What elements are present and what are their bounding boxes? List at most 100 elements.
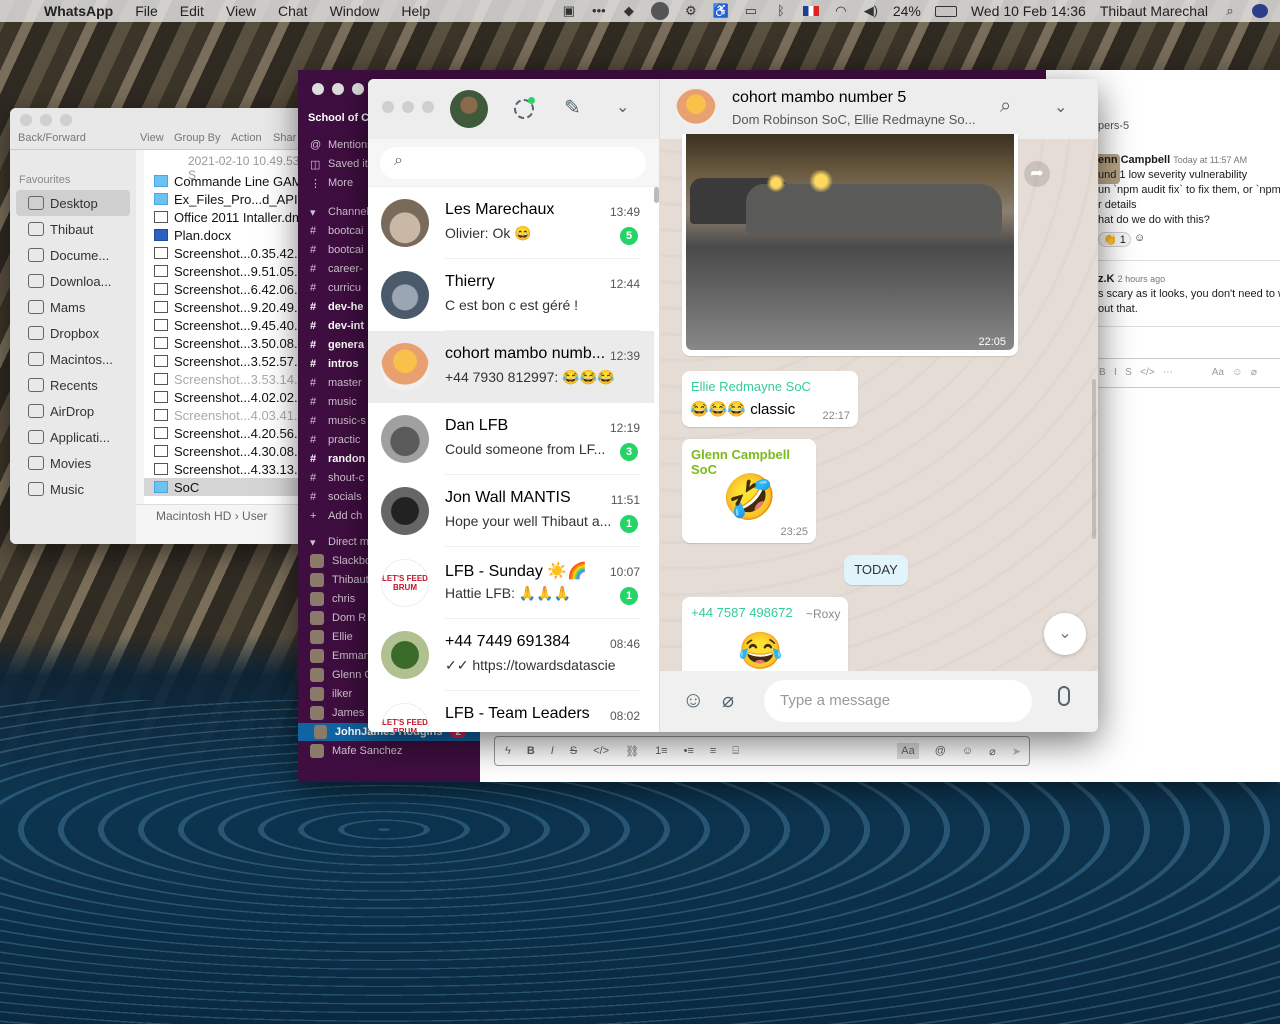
- new-chat-icon[interactable]: ✎: [564, 95, 581, 120]
- file-row[interactable]: Screenshot...4.30.08.pn: [144, 442, 310, 460]
- conversation-title[interactable]: cohort mambo number 5: [732, 89, 906, 107]
- chat-list-item[interactable]: LET'S FEED BRUM LFB - Team Leaders 08:02: [368, 691, 654, 732]
- send-icon[interactable]: ➤: [1012, 745, 1021, 758]
- zoom-button[interactable]: [352, 83, 364, 95]
- finder-sidebar-item[interactable]: AirDrop: [10, 398, 136, 424]
- bold-icon[interactable]: B: [527, 745, 535, 757]
- file-row[interactable]: Screenshot...9.51.05.pn: [144, 262, 310, 280]
- link-icon[interactable]: ⛓: [625, 745, 639, 758]
- action-label[interactable]: Action: [231, 132, 262, 144]
- chat-list-item[interactable]: Jon Wall MANTIS 11:51 Hope your well Thiba…: [368, 475, 654, 547]
- emoji-icon[interactable]: ☺: [962, 745, 973, 757]
- slack-sidebar-item[interactable]: # music-s: [310, 412, 366, 430]
- menu-chevron-icon[interactable]: ⌄: [616, 97, 629, 117]
- file-row[interactable]: Screenshot...9.20.49.pn: [144, 298, 310, 316]
- forward-icon[interactable]: ➦: [1024, 161, 1050, 187]
- menu-app-name[interactable]: WhatsApp: [44, 3, 113, 19]
- finder-sidebar-item[interactable]: Thibaut: [10, 216, 136, 242]
- slack-sidebar-item[interactable]: ▾ Channels: [310, 203, 374, 221]
- strike-icon[interactable]: S: [570, 745, 577, 757]
- code-icon[interactable]: </>: [593, 745, 609, 757]
- finder-sidebar-item[interactable]: Music: [10, 476, 136, 502]
- finder-sidebar-item[interactable]: Movies: [10, 450, 136, 476]
- finder-sidebar-item[interactable]: Desktop: [16, 190, 130, 216]
- thread-composer[interactable]: B I S </> ⋯ Aa ☺ ⌀: [1094, 358, 1280, 388]
- mention-icon[interactable]: @: [935, 745, 946, 757]
- chat-list-item[interactable]: LET'S FEED BRUM LFB - Sunday ☀️🌈 10:07 Hatt…: [368, 547, 654, 619]
- slack-sidebar-item[interactable]: # career-: [310, 260, 363, 278]
- finder-sidebar-item[interactable]: Docume...: [10, 242, 136, 268]
- slack-sidebar-item[interactable]: # music: [310, 393, 357, 411]
- menu-window[interactable]: Window: [330, 3, 380, 19]
- chat-list-item[interactable]: cohort mambo numb... 12:39 +44 7930 812997…: [368, 331, 654, 403]
- chat-list-item[interactable]: +44 7449 691384 08:46 ✓✓ https://towardsda…: [368, 619, 654, 691]
- file-row[interactable]: Commande Line GAME: [144, 172, 310, 190]
- codeblock-icon[interactable]: ⌸: [732, 745, 739, 758]
- menu-chat[interactable]: Chat: [278, 3, 308, 19]
- message-author[interactable]: enn Campbell: [1098, 154, 1170, 166]
- attach-icon[interactable]: ⌀: [722, 688, 734, 713]
- file-row[interactable]: Screenshot...4.02.02.pn: [144, 388, 310, 406]
- slack-sidebar-item[interactable]: Emman: [310, 647, 370, 665]
- file-row[interactable]: Screenshot...6.42.06.pn: [144, 280, 310, 298]
- file-row[interactable]: Office 2011 Intaller.dmg: [144, 208, 310, 226]
- apple-menu-icon[interactable]: [14, 4, 30, 18]
- chat-list-item[interactable]: Les Marechaux 13:49 Olivier: Ok 😄 5: [368, 187, 654, 259]
- file-row[interactable]: Screenshot...4.33.13.pn: [144, 460, 310, 478]
- close-button[interactable]: [382, 101, 394, 113]
- bullet-list-icon[interactable]: •≡: [684, 745, 694, 757]
- group-by-label[interactable]: Group By: [174, 132, 220, 144]
- message-sender[interactable]: +44 7587 498672: [691, 605, 793, 620]
- slack-sidebar-item[interactable]: James: [310, 704, 364, 722]
- camera-icon[interactable]: ▣: [561, 4, 577, 18]
- file-row[interactable]: Screenshot...9.45.40.pn: [144, 316, 310, 334]
- slack-sidebar-item[interactable]: chris: [310, 590, 355, 608]
- slack-sidebar-item[interactable]: @ Mentions: [310, 136, 373, 154]
- finder-sidebar-item[interactable]: Recents: [10, 372, 136, 398]
- scroll-down-button[interactable]: ⌄: [1044, 613, 1086, 655]
- slack-sidebar-item[interactable]: Glenn C: [310, 666, 372, 684]
- volume-icon[interactable]: ◀): [863, 4, 879, 18]
- slack-sidebar-item[interactable]: ilker: [310, 685, 352, 703]
- finder-sidebar-item[interactable]: Macintos...: [10, 346, 136, 372]
- workspace-name[interactable]: School of Co: [308, 112, 376, 124]
- spotlight-search-icon[interactable]: ⌕: [1222, 4, 1238, 18]
- finder-sidebar-item[interactable]: Mams: [10, 294, 136, 320]
- close-button[interactable]: [20, 114, 32, 126]
- view-label[interactable]: View: [140, 132, 164, 144]
- slack-sidebar-item[interactable]: # randon: [310, 450, 365, 468]
- slack-sidebar-item[interactable]: Mafe Sanchez: [310, 742, 402, 760]
- message-bubble[interactable]: Ellie Redmayne SoC 😂😂😂 classic 22:17: [682, 371, 858, 427]
- conversation-members[interactable]: Dom Robinson SoC, Ellie Redmayne So...: [732, 112, 976, 127]
- blockquote-icon[interactable]: ≡: [710, 745, 716, 757]
- file-row[interactable]: SoC: [144, 478, 310, 496]
- record-icon[interactable]: [650, 2, 669, 20]
- emoji-icon[interactable]: ☺: [682, 687, 704, 713]
- back-forward-label[interactable]: Back/Forward: [18, 132, 86, 144]
- battery-icon[interactable]: [934, 5, 957, 17]
- file-row[interactable]: Screenshot...0.35.42.pn: [144, 244, 310, 262]
- attach-icon[interactable]: ⌀: [989, 745, 996, 758]
- italic-icon[interactable]: I: [551, 745, 554, 757]
- finder-sidebar-item[interactable]: Applicati...: [10, 424, 136, 450]
- chat-list-item[interactable]: Thierry 12:44 C est bon c est géré !: [368, 259, 654, 331]
- airplay-icon[interactable]: ▭: [743, 4, 759, 18]
- slack-sidebar-item[interactable]: # bootcai: [310, 222, 363, 240]
- more-dots-icon[interactable]: •••: [591, 4, 607, 18]
- finder-path-bar[interactable]: Macintosh HD › User: [136, 504, 310, 526]
- slack-sidebar-item[interactable]: ◫ Saved ite: [310, 155, 374, 173]
- message-author[interactable]: z.K: [1098, 273, 1115, 285]
- minimize-button[interactable]: [40, 114, 52, 126]
- slack-sidebar-item[interactable]: # socials: [310, 488, 362, 506]
- settings-icon[interactable]: ⚙: [683, 4, 699, 18]
- slack-sidebar-item[interactable]: # dev-int: [310, 317, 364, 335]
- message-bubble[interactable]: +44 7587 498672 ~Roxy 😂: [682, 597, 848, 677]
- format-toggle[interactable]: Aa: [897, 743, 919, 759]
- microphone-icon[interactable]: [1058, 686, 1070, 706]
- add-reaction-icon[interactable]: ☺: [1134, 232, 1145, 244]
- menu-file[interactable]: File: [135, 3, 158, 19]
- conversation-header[interactable]: cohort mambo number 5 Dom Robinson SoC, …: [660, 79, 1098, 139]
- slack-sidebar-item[interactable]: # practic: [310, 431, 360, 449]
- group-avatar[interactable]: [676, 89, 716, 129]
- accessibility-icon[interactable]: ♿: [713, 4, 729, 18]
